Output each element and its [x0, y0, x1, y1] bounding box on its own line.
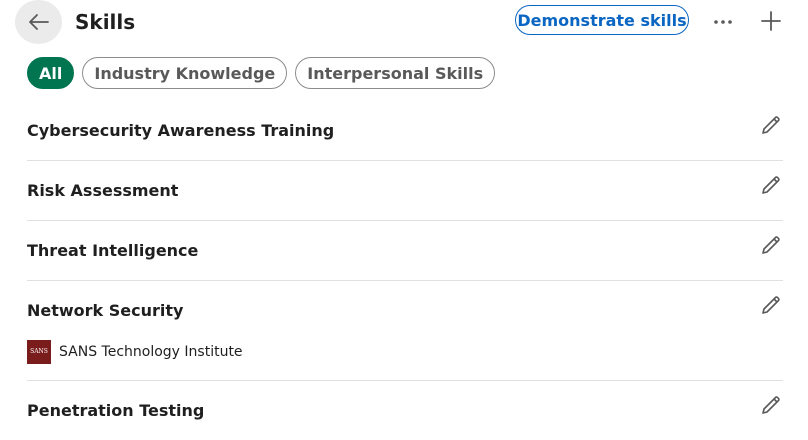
skill-row: Network Security SANS SANS Technology In…	[27, 281, 783, 381]
back-button[interactable]	[15, 0, 62, 44]
skill-name[interactable]: Risk Assessment	[27, 181, 178, 200]
skill-row: Cybersecurity Awareness Training	[27, 101, 783, 161]
pencil-icon[interactable]	[759, 393, 783, 417]
skill-row: Penetration Testing	[27, 381, 783, 440]
skill-name[interactable]: Penetration Testing	[27, 401, 204, 420]
filter-industry-knowledge[interactable]: Industry Knowledge	[82, 57, 288, 89]
skill-filter-bar: All Industry Knowledge Interpersonal Ski…	[27, 57, 496, 89]
skill-name[interactable]: Network Security	[27, 301, 183, 320]
plus-icon	[761, 11, 781, 31]
sans-institute-logo: SANS	[27, 340, 51, 364]
skill-association[interactable]: SANS SANS Technology Institute	[27, 340, 243, 364]
filter-all[interactable]: All	[27, 57, 75, 89]
demonstrate-skills-button[interactable]: Demonstrate skills	[515, 5, 689, 35]
arrow-left-icon	[28, 14, 49, 30]
pencil-icon[interactable]	[759, 113, 783, 137]
more-options-button[interactable]	[708, 8, 738, 36]
skill-row: Threat Intelligence	[27, 221, 783, 281]
filter-interpersonal-skills[interactable]: Interpersonal Skills	[295, 57, 496, 89]
skill-row: Risk Assessment	[27, 161, 783, 221]
skills-list: Cybersecurity Awareness Training Risk As…	[27, 101, 783, 440]
skill-name[interactable]: Cybersecurity Awareness Training	[27, 121, 334, 140]
pencil-icon[interactable]	[759, 173, 783, 197]
skill-name[interactable]: Threat Intelligence	[27, 241, 198, 260]
pencil-icon[interactable]	[759, 233, 783, 257]
association-name: SANS Technology Institute	[59, 344, 243, 360]
pencil-icon[interactable]	[759, 293, 783, 317]
add-skill-button[interactable]	[757, 6, 785, 36]
page-title: Skills	[75, 10, 136, 34]
page-header: Skills Demonstrate skills	[0, 0, 808, 48]
ellipsis-icon	[714, 20, 732, 24]
